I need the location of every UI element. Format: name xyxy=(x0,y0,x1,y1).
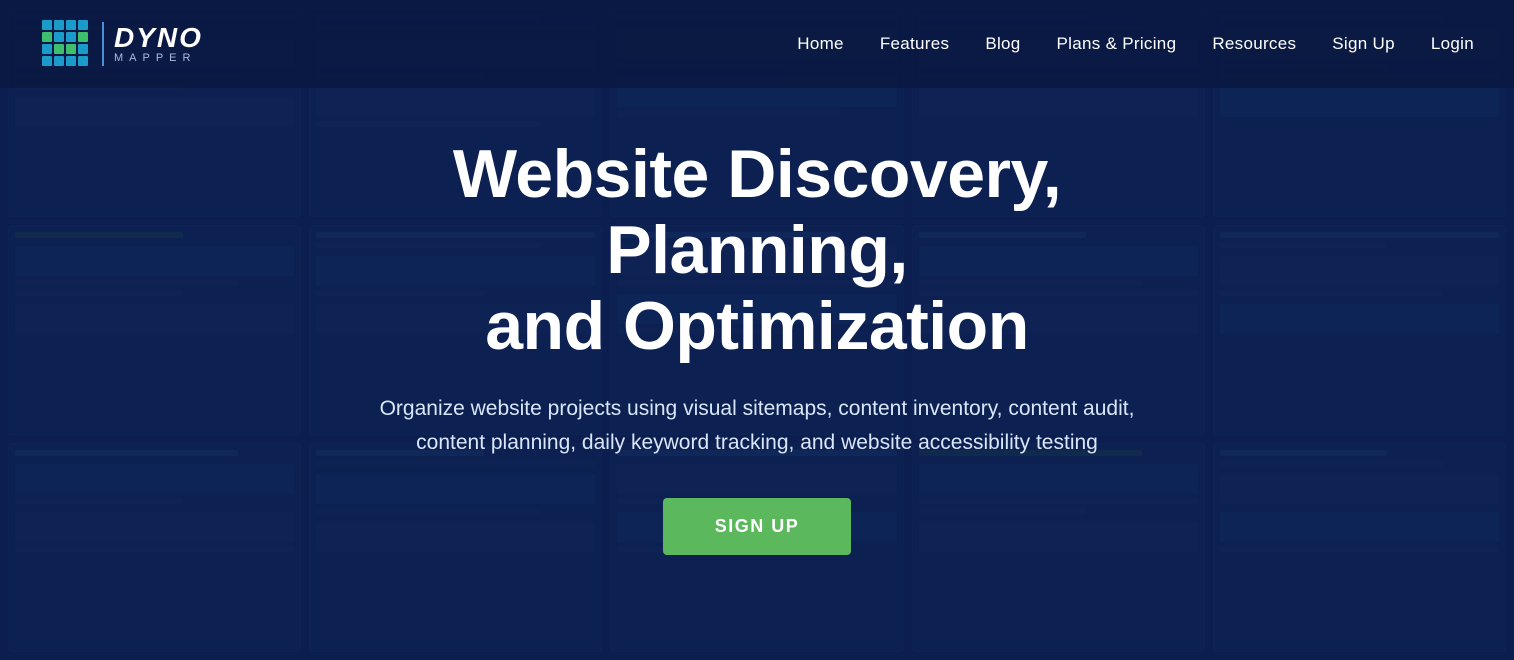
logo-text: DYNO MAPPER xyxy=(114,24,203,64)
nav-link-resources[interactable]: Resources xyxy=(1212,34,1296,53)
nav-link-features[interactable]: Features xyxy=(880,34,950,53)
main-nav: DYNO MAPPER Home Features Blog Plans & P… xyxy=(0,0,1514,88)
nav-item-home[interactable]: Home xyxy=(797,34,844,54)
cta-signup-button[interactable]: SIGN UP xyxy=(663,498,852,555)
logo-brand-sub: MAPPER xyxy=(114,53,203,64)
nav-link-signup[interactable]: Sign Up xyxy=(1332,34,1395,53)
logo-divider xyxy=(102,22,104,66)
hero-title-line2: and Optimization xyxy=(485,288,1029,364)
nav-item-signup[interactable]: Sign Up xyxy=(1332,34,1395,54)
nav-item-login[interactable]: Login xyxy=(1431,34,1474,54)
hero-title-line1: Website Discovery, Planning, xyxy=(453,136,1061,288)
logo[interactable]: DYNO MAPPER xyxy=(40,18,203,70)
nav-item-blog[interactable]: Blog xyxy=(985,34,1020,54)
nav-links: Home Features Blog Plans & Pricing Resou… xyxy=(797,34,1474,54)
nav-link-blog[interactable]: Blog xyxy=(985,34,1020,53)
nav-link-plans-pricing[interactable]: Plans & Pricing xyxy=(1057,34,1177,53)
nav-item-resources[interactable]: Resources xyxy=(1212,34,1296,54)
nav-item-features[interactable]: Features xyxy=(880,34,950,54)
hero-subtitle: Organize website projects using visual s… xyxy=(347,392,1167,459)
nav-link-home[interactable]: Home xyxy=(797,34,844,53)
logo-brand-name: DYNO xyxy=(114,24,203,52)
nav-item-plans-pricing[interactable]: Plans & Pricing xyxy=(1057,34,1177,54)
hero-title: Website Discovery, Planning, and Optimiz… xyxy=(322,136,1192,364)
nav-link-login[interactable]: Login xyxy=(1431,34,1474,53)
logo-icon xyxy=(40,18,92,70)
hero-content: Website Discovery, Planning, and Optimiz… xyxy=(282,88,1232,555)
hero-section: DYNO MAPPER Home Features Blog Plans & P… xyxy=(0,0,1514,660)
